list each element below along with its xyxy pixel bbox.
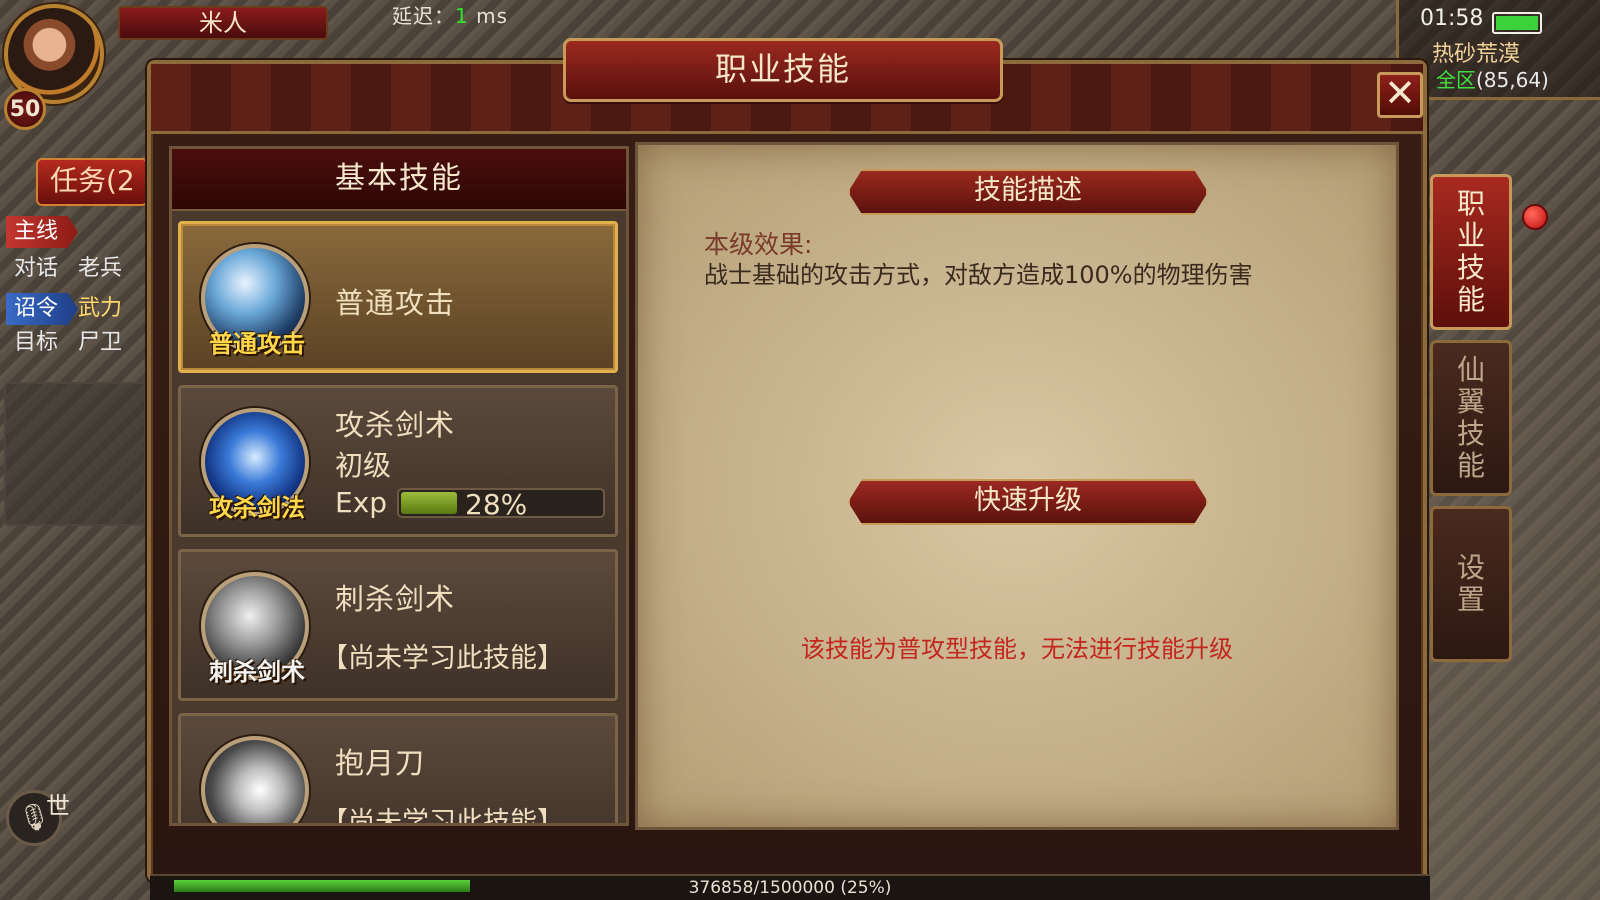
skill-list-header: 基本技能 [172, 149, 626, 211]
notification-dot [1522, 204, 1548, 230]
coords-value: (85,64) [1476, 68, 1549, 92]
latency-label: 延迟： [392, 4, 455, 28]
skill-detail-panel: 技能描述 本级效果: 战士基础的攻击方式，对敌方造成100%的物理伤害 快速升级… [635, 142, 1399, 830]
battery-level [1496, 16, 1538, 30]
effect-text: 战士基础的攻击方式，对敌方造成100%的物理伤害 [704, 261, 1253, 289]
skills-window: 职业技能 ✕ 基本技能 普通攻击 普通攻击 攻杀剑法 攻杀剑术 初级 Exp 28… [147, 38, 1427, 882]
quest-row[interactable]: 目标 尸卫 [6, 324, 146, 358]
experience-text: 376858/1500000 (25%) [688, 878, 892, 898]
skill-item[interactable]: 普通攻击 普通攻击 [178, 221, 618, 373]
skill-name: 攻杀剑术 [335, 408, 456, 442]
skill-list[interactable]: 基本技能 普通攻击 普通攻击 攻杀剑法 攻杀剑术 初级 Exp 28% 刺杀剑术 … [169, 146, 629, 826]
skill-item[interactable]: 攻杀剑法 攻杀剑术 初级 Exp 28% [178, 385, 618, 537]
upgrade-note: 该技能为普攻型技能，无法进行技能升级 [801, 635, 1233, 663]
quest-text: 武力 [78, 296, 123, 321]
crescent-blade-icon [201, 736, 309, 823]
skill-exp: Exp 28% [335, 486, 606, 521]
skill-icon-label: 普通攻击 [209, 330, 305, 358]
quest-tag: 对话 [14, 256, 59, 281]
quest-text: 尸卫 [78, 330, 123, 355]
tab-wing-skills[interactable]: 仙翼技能 [1430, 340, 1512, 496]
quick-upgrade-heading: 快速升级 [848, 479, 1208, 525]
close-button[interactable]: ✕ [1377, 72, 1423, 118]
skill-item[interactable]: 刺杀剑术 刺杀剑术 【尚未学习此技能】 [178, 549, 618, 701]
skill-icon-label: 攻杀剑法 [209, 494, 305, 522]
quest-row[interactable]: 主线 [6, 216, 146, 250]
player-name: 米人 [118, 6, 328, 40]
chat-channel[interactable]: 世 [46, 786, 70, 821]
window-title: 职业技能 [563, 38, 1003, 102]
game-screen: 50 米人 延迟：1 ms 任务(2 主线 对话 老兵 诏令 武力 目标 尸卫 01:… [0, 0, 1600, 900]
skill-exp-bar: 28% [397, 487, 606, 521]
skill-exp-percent: 28% [465, 487, 528, 521]
exp-label: Exp [335, 486, 388, 519]
battery-icon [1492, 12, 1542, 34]
experience-bar: 376858/1500000 (25%) [150, 874, 1430, 900]
tab-class-skills[interactable]: 职业技能 [1430, 174, 1512, 330]
skill-item[interactable]: 抱月刀 【尚未学习此技能】 [178, 713, 618, 826]
quest-tag: 主线 [6, 216, 78, 248]
skill-name: 普通攻击 [335, 286, 456, 320]
latency-readout: 延迟：1 ms [392, 0, 508, 29]
quest-button[interactable]: 任务(2 [36, 158, 148, 206]
quest-row[interactable]: 对话 老兵 [6, 250, 146, 284]
tab-settings[interactable]: 设置 [1430, 506, 1512, 662]
latency-value: 1 [455, 4, 469, 28]
skill-name: 刺杀剑术 [335, 582, 456, 616]
zone-label: 全区 [1436, 68, 1476, 92]
skill-name: 抱月刀 [335, 746, 426, 780]
quest-row[interactable]: 诏令 武力 [6, 290, 146, 325]
skill-rank: 初级 [335, 449, 392, 482]
map-coordinates: 全区(85,64) [1436, 64, 1549, 93]
quest-tag: 目标 [14, 330, 59, 355]
quest-text: 老兵 [78, 256, 123, 281]
clock: 01:58 [1420, 6, 1484, 31]
skill-icon-label: 刺杀剑术 [209, 658, 305, 686]
skill-status: 【尚未学习此技能】 [321, 807, 564, 826]
quest-tag: 诏令 [6, 293, 78, 325]
latency-unit: ms [476, 4, 508, 28]
skill-exp-fill [401, 491, 458, 514]
skill-description-heading: 技能描述 [848, 169, 1208, 215]
minimap-panel[interactable] [4, 382, 146, 526]
player-level-badge: 50 [4, 88, 46, 130]
skill-status: 【尚未学习此技能】 [321, 643, 564, 674]
